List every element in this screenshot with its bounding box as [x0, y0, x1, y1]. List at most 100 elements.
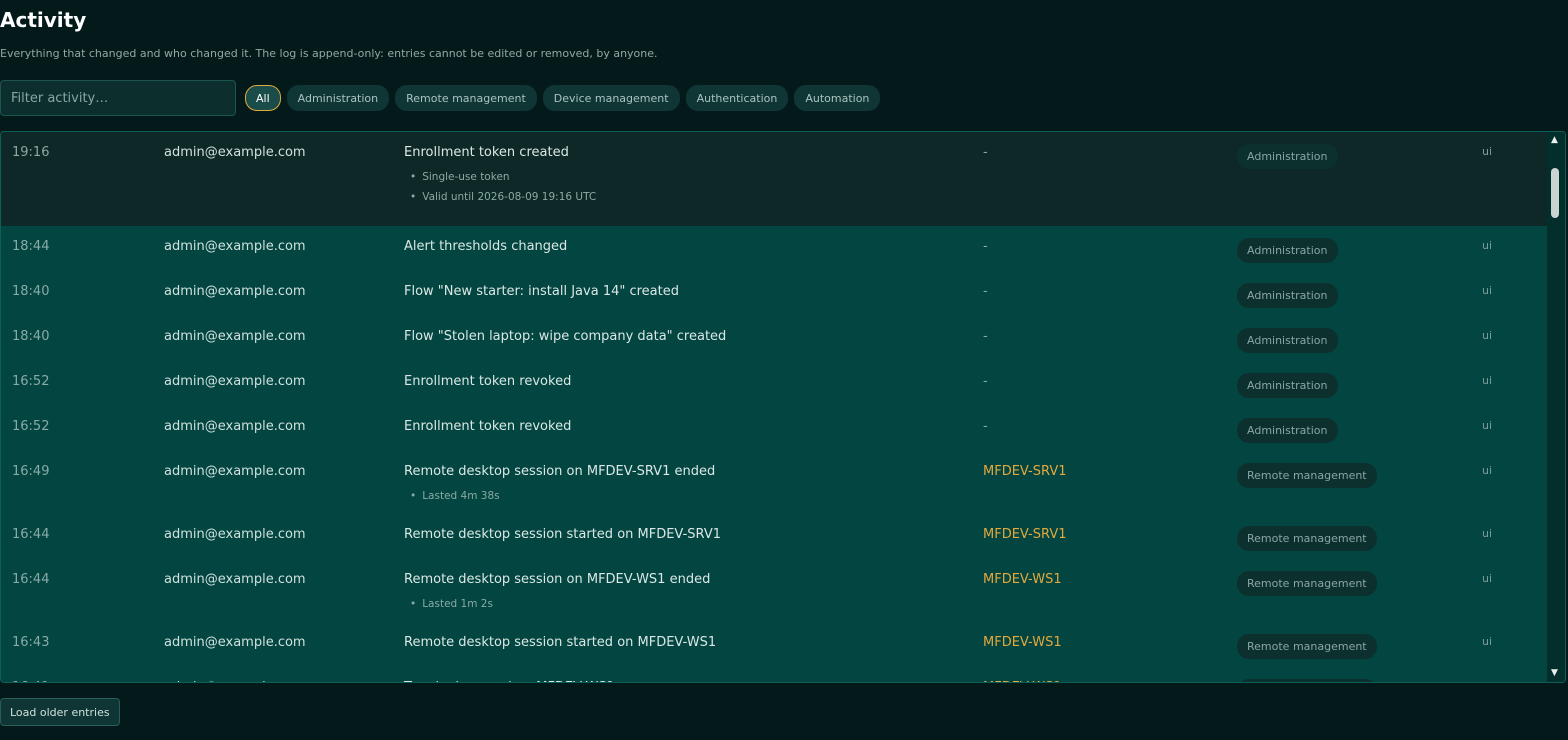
- activity-row: 19:16 admin@example.com Enrollment token c…: [1, 132, 1549, 226]
- category-badge: Remote management: [1237, 571, 1377, 596]
- category-badge: Remote management: [1237, 526, 1377, 551]
- entry-description: Enrollment token created: [404, 145, 569, 160]
- entry-description: Flow "New starter: install Java 14" crea…: [404, 284, 679, 299]
- entry-description: Remote desktop session on MFDEV-WS1 ende…: [404, 572, 711, 587]
- entry-origin: ui: [1482, 527, 1493, 540]
- category-filter-chips: All Administration Remote management Device…: [245, 85, 881, 111]
- category-badge: Administration: [1237, 144, 1338, 169]
- entry-user: admin@example.com: [164, 329, 306, 344]
- entry-target: -: [983, 239, 988, 254]
- category-badge: Remote management: [1237, 463, 1377, 488]
- entry-time: 16:52: [12, 374, 50, 389]
- entry-user: admin@example.com: [164, 635, 306, 650]
- entry-origin: ui: [1482, 572, 1493, 585]
- entry-user: admin@example.com: [164, 284, 306, 299]
- category-chip-remote-management[interactable]: Remote management: [395, 85, 537, 111]
- filter-input[interactable]: [0, 80, 236, 116]
- entry-target-device-link[interactable]: MFDEV-SRV1: [983, 464, 1066, 479]
- entry-detail-item: Valid until 2026-08-09 19:16 UTC: [410, 187, 596, 207]
- activity-row: 16:44 admin@example.com Remote desktop ses…: [1, 514, 1549, 559]
- entry-target-device-link[interactable]: MFDEV-SRV1: [983, 527, 1066, 542]
- activity-row: 18:40 admin@example.com Flow "Stolen lapto…: [1, 316, 1549, 361]
- entry-target: -: [983, 284, 988, 299]
- entry-target-device-link[interactable]: MFDEV-WS1: [983, 635, 1062, 650]
- entry-origin: ui: [1482, 680, 1492, 682]
- entry-user: admin@example.com: [164, 572, 306, 587]
- page-title: Activity: [0, 8, 87, 32]
- category-badge: Administration: [1237, 328, 1338, 353]
- entry-time: 16:52: [12, 419, 50, 434]
- activity-row: 16:43 admin@example.com Remote desktop ses…: [1, 622, 1549, 667]
- entry-time: 16:44: [12, 527, 50, 542]
- category-chip-automation[interactable]: Automation: [794, 85, 881, 111]
- entry-description: Enrollment token revoked: [404, 374, 572, 389]
- entry-description: Flow "Stolen laptop: wipe company data" …: [404, 329, 727, 344]
- category-chip-administration[interactable]: Administration: [286, 85, 390, 111]
- category-badge: Administration: [1237, 283, 1338, 308]
- entry-details: Lasted 4m 38s: [410, 486, 499, 506]
- category-chip-authentication[interactable]: Authentication: [685, 85, 789, 111]
- activity-row: 16:41 admin@example.com Terminal opened on…: [1, 667, 1549, 682]
- entry-user: admin@example.com: [164, 145, 306, 160]
- entry-target: -: [983, 329, 988, 344]
- category-badge: Administration: [1237, 238, 1338, 263]
- entry-user: admin@example.com: [164, 527, 306, 542]
- entry-time: 16:41: [12, 680, 49, 682]
- entry-origin: ui: [1482, 464, 1493, 477]
- entry-origin: ui: [1482, 329, 1493, 342]
- entry-target: -: [983, 419, 988, 434]
- entry-description: Terminal opened on MFDEV-WS1: [404, 680, 615, 682]
- entry-description: Remote desktop session started on MFDEV-…: [404, 527, 721, 542]
- scrollbar-thumb[interactable]: [1551, 168, 1559, 218]
- category-badge: Administration: [1237, 373, 1338, 398]
- entry-user: admin@example.com: [164, 680, 306, 682]
- entry-description: Alert thresholds changed: [404, 239, 568, 254]
- entry-detail-item: Single-use token: [410, 167, 596, 187]
- activity-page: Activity Everything that changed and who…: [0, 0, 1568, 740]
- category-chip-all[interactable]: All: [245, 85, 281, 111]
- category-badge: Remote management: [1237, 679, 1377, 682]
- entry-target: -: [983, 145, 988, 160]
- entry-details: Single-use tokenValid until 2026-08-09 1…: [410, 167, 596, 207]
- entry-time: 16:44: [12, 572, 50, 587]
- entry-detail-item: Lasted 4m 38s: [410, 486, 499, 506]
- scroll-down-arrow-icon[interactable]: ▼: [1551, 668, 1558, 678]
- entry-origin: ui: [1482, 374, 1493, 387]
- entry-time: 16:43: [12, 635, 50, 650]
- entry-user: admin@example.com: [164, 374, 306, 389]
- activity-log: 19:16 admin@example.com Enrollment token c…: [0, 131, 1566, 683]
- scrollbar[interactable]: ▲ ▼: [1547, 132, 1565, 682]
- entry-time: 16:49: [12, 464, 50, 479]
- category-badge: Remote management: [1237, 634, 1377, 659]
- activity-row: 18:44 admin@example.com Alert thresholds c…: [1, 226, 1549, 271]
- entry-description: Remote desktop session started on MFDEV-…: [404, 635, 717, 650]
- entry-user: admin@example.com: [164, 419, 306, 434]
- entry-description: Enrollment token revoked: [404, 419, 572, 434]
- activity-row: 16:52 admin@example.com Enrollment token r…: [1, 406, 1549, 451]
- entry-detail-item: Lasted 1m 2s: [410, 594, 493, 614]
- entry-origin: ui: [1482, 284, 1493, 297]
- activity-row: 16:49 admin@example.com Remote desktop ses…: [1, 451, 1549, 514]
- activity-row: 16:44 admin@example.com Remote desktop ses…: [1, 559, 1549, 622]
- entry-user: admin@example.com: [164, 464, 306, 479]
- entry-time: 19:16: [12, 145, 50, 160]
- entry-time: 18:40: [12, 329, 50, 344]
- entry-details: Lasted 1m 2s: [410, 594, 493, 614]
- entry-target-device-link[interactable]: MFDEV-WS1: [983, 680, 1062, 682]
- category-chip-device-management[interactable]: Device management: [542, 85, 680, 111]
- scroll-up-arrow-icon[interactable]: ▲: [1551, 135, 1558, 145]
- entry-time: 18:44: [12, 239, 50, 254]
- entry-origin: ui: [1482, 419, 1493, 432]
- entry-description: Remote desktop session on MFDEV-SRV1 end…: [404, 464, 716, 479]
- activity-row: 16:52 admin@example.com Enrollment token r…: [1, 361, 1549, 406]
- entry-time: 18:40: [12, 284, 50, 299]
- entry-user: admin@example.com: [164, 239, 306, 254]
- entry-target-device-link[interactable]: MFDEV-WS1: [983, 572, 1062, 587]
- entry-origin: ui: [1482, 145, 1493, 158]
- activity-row: 18:40 admin@example.com Flow "New starter:…: [1, 271, 1549, 316]
- category-badge: Administration: [1237, 418, 1338, 443]
- load-older-entries-button[interactable]: Load older entries: [0, 698, 120, 726]
- entry-origin: ui: [1482, 635, 1493, 648]
- entry-origin: ui: [1482, 239, 1493, 252]
- page-subtitle: Everything that changed and who changed …: [0, 47, 658, 60]
